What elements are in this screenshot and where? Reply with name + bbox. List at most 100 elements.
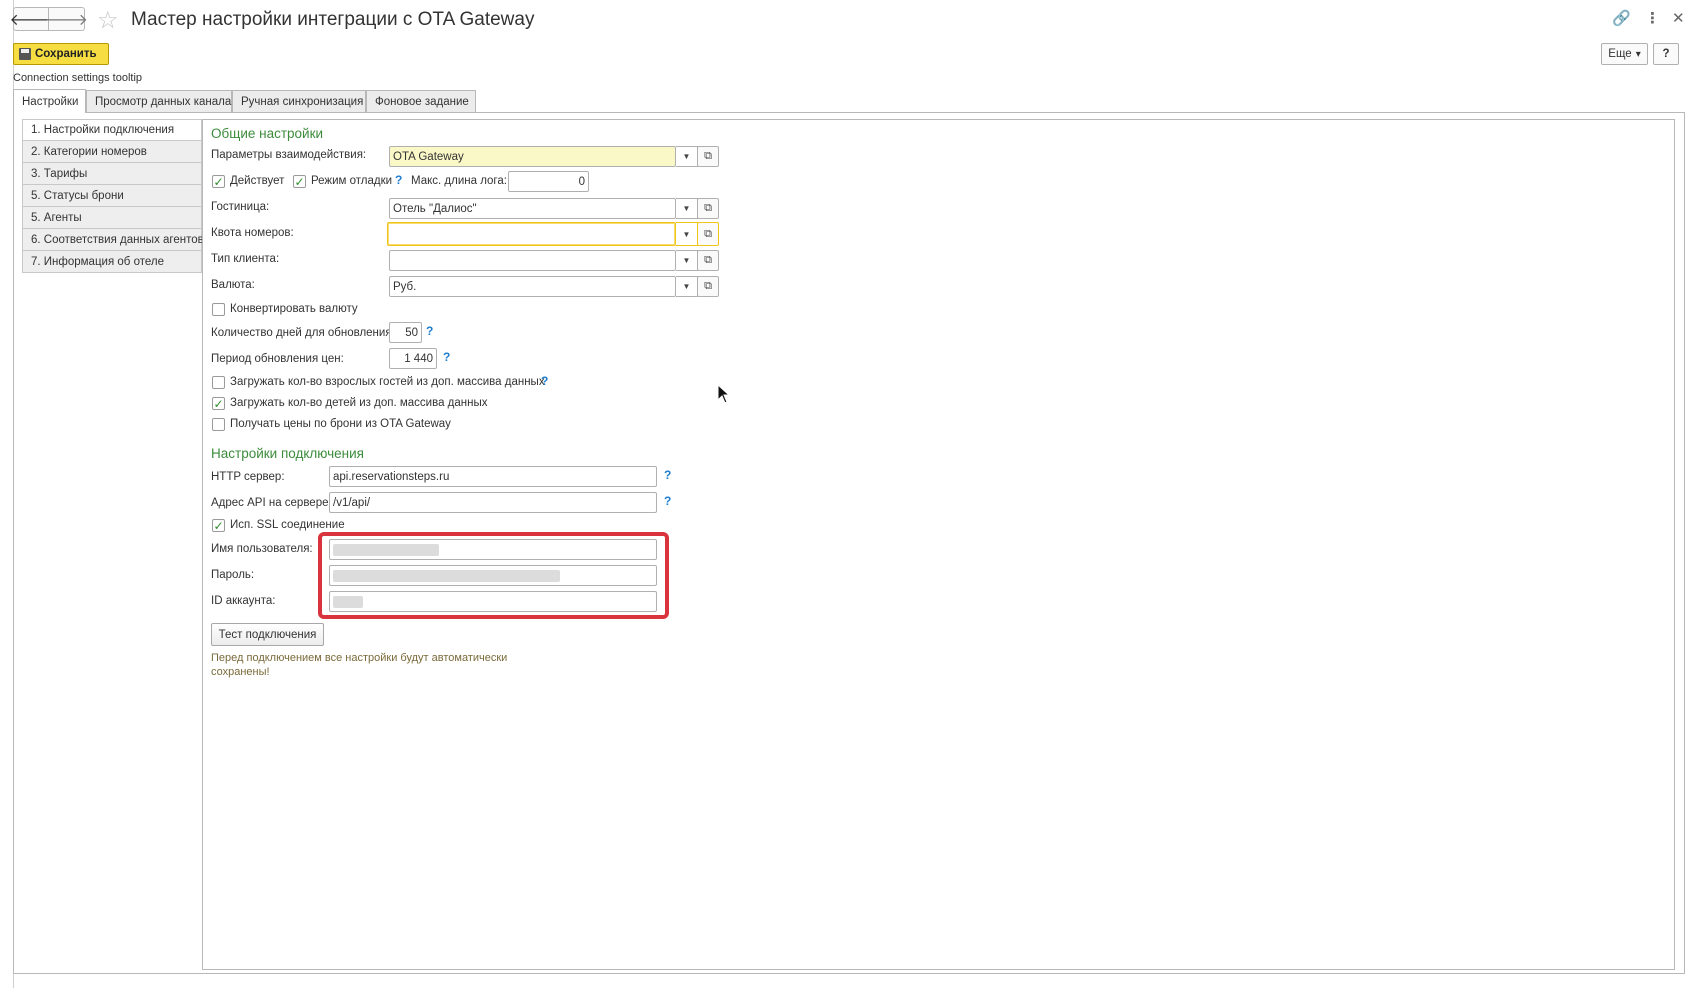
chevron-down-icon: ▼ [682, 256, 691, 265]
username-label: Имя пользователя: [211, 543, 313, 555]
hotel-dropdown-button[interactable]: ▼ [676, 198, 698, 219]
log-length-label: Макс. длина лога: [411, 175, 507, 187]
params-label: Параметры взаимодействия: [211, 149, 367, 161]
hotel-label: Гостиница: [211, 201, 270, 213]
load-children-checkbox[interactable]: ✓ [212, 397, 225, 410]
check-icon: ✓ [213, 518, 224, 533]
nav-item-booking-statuses[interactable]: 5. Статусы брони [22, 185, 202, 207]
tab-label: Фоновое задание [375, 95, 469, 108]
password-label: Пароль: [211, 569, 255, 581]
load-children-label: Загружать кол-во детей из доп. массива д… [230, 397, 488, 409]
currency-field[interactable]: Руб. [389, 276, 676, 297]
period-label: Период обновления цен: [211, 353, 344, 365]
params-dropdown-button[interactable]: ▼ [676, 146, 698, 167]
quota-open-button[interactable]: ⧉ [697, 222, 719, 246]
test-connection-button[interactable]: Тест подключения [211, 623, 324, 646]
tooltip-text: Connection settings tooltip [13, 72, 143, 84]
convert-currency-checkbox[interactable] [212, 303, 225, 316]
blurred-value [333, 595, 363, 608]
log-length-field[interactable]: 0 [508, 171, 589, 192]
tab-channel-data[interactable]: Просмотр данных канала [86, 90, 232, 112]
http-server-help-icon[interactable]: ? [664, 468, 671, 482]
days-label: Количество дней для обновления: [211, 327, 395, 339]
params-field[interactable]: OTA Gateway [389, 146, 676, 167]
chevron-down-icon: ▼ [682, 152, 691, 161]
load-adults-checkbox[interactable] [212, 376, 225, 389]
client-type-open-button[interactable]: ⧉ [697, 250, 719, 271]
more-button-label: Еще [1608, 48, 1632, 60]
more-menu-icon[interactable]: ⋮ [1645, 9, 1660, 27]
active-label: Действует [230, 175, 285, 187]
open-window-icon: ⧉ [704, 227, 712, 240]
days-field[interactable]: 50 [389, 322, 422, 343]
nav-item-tariffs[interactable]: 3. Тарифы [22, 163, 202, 185]
tab-label: Просмотр данных канала [95, 95, 232, 108]
load-adults-help-icon[interactable]: ? [541, 374, 548, 388]
chevron-down-icon: ▼ [682, 229, 691, 239]
debug-help-icon[interactable]: ? [395, 173, 402, 187]
nav-item-connection[interactable]: 1. Настройки подключения [22, 119, 202, 141]
tab-manual-sync[interactable]: Ручная синхронизация [232, 90, 366, 112]
ssl-checkbox[interactable]: ✓ [212, 519, 225, 532]
mouse-cursor-icon [717, 384, 731, 404]
window-title: Мастер настройки интеграции с OTA Gatewa… [131, 9, 535, 30]
blurred-value [333, 543, 439, 556]
back-button[interactable]: 🡐 [10, 7, 52, 31]
debug-label: Режим отладки [311, 175, 393, 187]
open-window-icon: ⧉ [704, 254, 712, 266]
favorite-star-icon[interactable]: ☆ [97, 6, 119, 35]
tab-settings[interactable]: Настройки [13, 89, 86, 113]
currency-label: Валюта: [211, 279, 255, 291]
floppy-disk-icon [19, 48, 31, 60]
check-icon: ✓ [213, 396, 224, 411]
close-icon[interactable]: ✕ [1672, 9, 1685, 27]
password-field[interactable] [329, 565, 657, 586]
settings-nav-list: 1. Настройки подключения 2. Категории но… [22, 119, 204, 273]
blurred-value [333, 569, 560, 582]
get-prices-checkbox[interactable] [212, 418, 225, 431]
save-button[interactable]: Сохранить [13, 43, 109, 65]
convert-currency-label: Конвертировать валюту [230, 303, 358, 315]
nav-item-room-categories[interactable]: 2. Категории номеров [22, 141, 202, 163]
client-type-label: Тип клиента: [211, 253, 280, 265]
http-server-label: HTTP сервер: [211, 471, 285, 483]
active-checkbox[interactable]: ✓ [212, 175, 225, 188]
forward-button[interactable]: 🡒 [45, 7, 88, 31]
api-address-help-icon[interactable]: ? [664, 494, 671, 508]
period-help-icon[interactable]: ? [443, 350, 450, 364]
tab-label: Ручная синхронизация [241, 95, 364, 108]
general-settings-title: Общие настройки [211, 126, 324, 141]
debug-checkbox[interactable]: ✓ [293, 175, 306, 188]
tab-background-job[interactable]: Фоновое задание [366, 90, 476, 112]
period-field[interactable]: 1 440 [389, 348, 437, 369]
open-window-icon: ⧉ [704, 280, 712, 292]
currency-dropdown-button[interactable]: ▼ [676, 276, 698, 297]
quota-dropdown-button[interactable]: ▼ [676, 222, 698, 246]
api-address-label: Адрес API на сервере: [211, 497, 332, 509]
check-icon: ✓ [294, 174, 305, 189]
hotel-open-button[interactable]: ⧉ [697, 198, 719, 219]
tab-label: Настройки [22, 95, 79, 108]
autosave-note: Перед подключением все настройки будут а… [211, 652, 508, 678]
account-id-field[interactable] [329, 591, 657, 612]
more-button[interactable]: Еще ▾ [1601, 43, 1648, 65]
hotel-field[interactable]: Отель "Далиос" [389, 198, 676, 219]
link-icon[interactable]: 🔗 [1612, 9, 1631, 27]
http-server-field[interactable]: api.reservationsteps.ru [329, 466, 657, 487]
username-field[interactable] [329, 539, 657, 560]
nav-item-agent-mapping[interactable]: 6. Соответствия данных агентов [22, 229, 204, 251]
check-icon: ✓ [213, 174, 224, 189]
nav-item-hotel-info[interactable]: 7. Информация об отеле [22, 251, 202, 273]
currency-open-button[interactable]: ⧉ [697, 276, 719, 297]
help-button[interactable]: ? [1653, 43, 1679, 65]
load-adults-label: Загружать кол-во взрослых гостей из доп.… [230, 376, 545, 388]
nav-item-agents[interactable]: 5. Агенты [22, 207, 202, 229]
connection-settings-title: Настройки подключения [211, 446, 364, 461]
client-type-field[interactable] [389, 250, 676, 271]
client-type-dropdown-button[interactable]: ▼ [676, 250, 698, 271]
params-open-button[interactable]: ⧉ [697, 146, 719, 167]
days-help-icon[interactable]: ? [426, 324, 433, 338]
get-prices-label: Получать цены по брони из OTA Gateway [230, 418, 451, 430]
api-address-field[interactable]: /v1/api/ [329, 492, 657, 513]
quota-field[interactable] [387, 222, 676, 246]
